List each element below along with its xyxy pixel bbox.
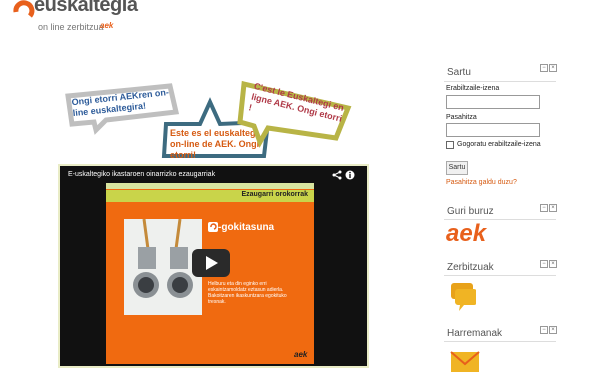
login-button[interactable]: Sartu — [446, 161, 468, 175]
brand-e-icon — [208, 222, 218, 232]
collapse-icon[interactable]: − — [540, 260, 548, 268]
site-logo[interactable]: euskaltegia on line zerbitzua aek — [8, 0, 138, 36]
chat-bubble-icon[interactable] — [450, 282, 476, 312]
info-icon[interactable] — [345, 170, 355, 180]
slide-header-text: Ezaugarri orokorrak — [241, 191, 308, 198]
collapse-icon[interactable]: − — [540, 64, 548, 72]
slide-header: Ezaugarri orokorrak — [106, 190, 314, 202]
euskaltegia-logo-icon — [13, 0, 35, 18]
forgot-password-link[interactable]: Pasahitza galdu duzu? — [446, 179, 517, 186]
username-input[interactable] — [446, 95, 540, 109]
close-icon[interactable]: × — [549, 326, 557, 334]
username-label: Erabiltzaile-izena — [446, 85, 500, 92]
slide-strip — [106, 183, 314, 189]
aek-logo[interactable]: aek — [446, 220, 486, 248]
collapse-icon[interactable]: − — [540, 326, 548, 334]
divider — [444, 275, 556, 276]
logo-tagline: on line zerbitzua — [38, 22, 104, 32]
login-block-title: Sartu — [447, 67, 471, 78]
play-button[interactable] — [192, 249, 230, 277]
password-label: Pasahitza — [446, 114, 477, 121]
password-input[interactable] — [446, 123, 540, 137]
logo-aek: aek — [100, 21, 114, 30]
close-icon[interactable]: × — [549, 64, 557, 72]
slide-aek-logo: aek — [294, 350, 308, 359]
divider — [444, 341, 556, 342]
contact-block-title: Harremanak — [447, 328, 503, 339]
close-icon[interactable]: × — [549, 260, 557, 268]
services-block-title: Zerbitzuak — [447, 262, 494, 273]
collapse-icon[interactable]: − — [540, 204, 548, 212]
logo-text: euskaltegia — [34, 0, 138, 16]
remember-label: Gogoratu erabiltzaile-izena — [457, 141, 541, 148]
intro-video[interactable]: E-uskaltegiko ikastaroen oinarrizko ezau… — [60, 166, 367, 366]
about-block-title: Guri buruz — [447, 206, 494, 217]
video-slide: Ezaugarri orokorrak -gokitasuna Helburu … — [106, 183, 314, 364]
video-title[interactable]: E-uskaltegiko ikastaroen oinarrizko ezau… — [68, 171, 215, 178]
slide-brand-text: -gokitasuna — [218, 222, 275, 233]
close-icon[interactable]: × — [549, 204, 557, 212]
divider — [444, 81, 556, 82]
connectors-photo — [124, 218, 202, 315]
remember-checkbox[interactable] — [446, 141, 454, 149]
slide-body-text: Helburu eta din eginko erri eskaintzamol… — [208, 281, 287, 305]
connectors-image — [133, 218, 193, 298]
envelope-icon[interactable] — [450, 348, 480, 372]
share-icon[interactable] — [332, 170, 342, 180]
welcome-bubble-french: C'est le Euskaltegi en ligne AEK. Ongi e… — [237, 81, 352, 148]
